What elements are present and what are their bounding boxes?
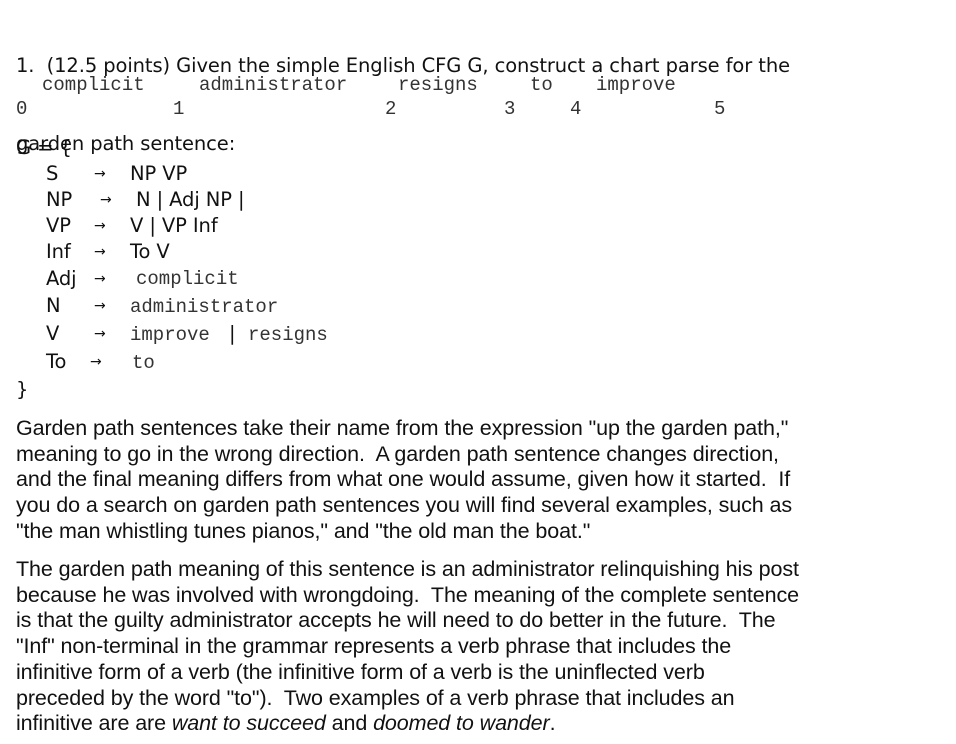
arrow-icon: → xyxy=(94,298,106,314)
word-to: to xyxy=(530,74,553,96)
rule-rhs-terminal: administrator xyxy=(130,296,279,318)
rule-rhs: NP VP xyxy=(130,162,188,185)
rule-rhs: N | Adj NP | xyxy=(136,188,245,211)
paragraph-line: "the man whistling tunes pianos," and "t… xyxy=(16,518,591,543)
paragraph-line: because he was involved with wrongdoing.… xyxy=(16,582,800,607)
arrow-icon: → xyxy=(100,192,112,208)
rule-rhs-terminal: complicit xyxy=(136,268,239,290)
position-1: 1 xyxy=(173,98,185,120)
text: . xyxy=(549,711,556,736)
position-4: 4 xyxy=(570,98,582,120)
arrow-icon: → xyxy=(94,326,106,342)
word-complicit: complicit xyxy=(42,74,145,96)
arrow-icon: → xyxy=(94,244,106,260)
rule-lhs: VP xyxy=(46,214,71,237)
rule-rhs-terminal: resigns xyxy=(248,324,328,346)
paragraph-line: "Inf" non-terminal in the grammar repres… xyxy=(16,634,732,659)
text: and xyxy=(325,711,374,736)
example-phrase: want to succeed xyxy=(171,711,326,736)
rule-lhs: V xyxy=(46,322,60,345)
arrow-icon: → xyxy=(94,218,106,234)
arrow-icon: → xyxy=(90,354,102,370)
arrow-icon: → xyxy=(94,166,106,182)
rule-lhs: Adj xyxy=(46,267,77,290)
word-resigns: resigns xyxy=(398,74,478,96)
position-3: 3 xyxy=(504,98,516,120)
paragraph-line: infinitive are are want to succeed and d… xyxy=(16,711,956,737)
paragraph-line: is that the guilty administrator accepts… xyxy=(16,608,776,633)
paragraph-sentence-meaning: The garden path meaning of this sentence… xyxy=(16,557,956,737)
paragraph-line: infinitive form of a verb (the infinitiv… xyxy=(16,659,705,684)
position-5: 5 xyxy=(714,98,726,120)
paragraph-line: preceded by the word "to"). Two examples… xyxy=(16,685,735,710)
paragraph-line: meaning to go in the wrong direction. A … xyxy=(16,441,779,466)
text: infinitive are are xyxy=(16,711,172,736)
paragraph-line: Garden path sentences take their name fr… xyxy=(16,416,789,440)
grammar-open: G = { xyxy=(16,136,72,159)
rule-rhs-terminal: to xyxy=(132,352,155,374)
rule-lhs: S xyxy=(46,162,59,185)
rule-rhs-terminal: improve xyxy=(130,324,210,346)
paragraph-line: and the final meaning differs from what … xyxy=(16,467,791,492)
grammar-close: } xyxy=(16,378,29,401)
example-phrase: doomed to wander xyxy=(373,711,550,736)
rule-rhs: V | VP Inf xyxy=(130,214,218,237)
rule-lhs: To xyxy=(46,350,67,373)
rule-rhs-separator: | xyxy=(229,322,236,345)
rule-lhs: NP xyxy=(46,188,73,211)
rule-lhs: Inf xyxy=(46,240,71,263)
position-0: 0 xyxy=(16,98,28,120)
arrow-icon: → xyxy=(94,271,106,287)
word-administrator: administrator xyxy=(199,74,348,96)
rule-rhs: To V xyxy=(130,240,170,263)
question-line-2: garden path sentence: xyxy=(16,132,236,155)
position-2: 2 xyxy=(385,98,397,120)
paragraph-garden-path-intro: Garden path sentences take their name fr… xyxy=(16,416,956,545)
word-improve: improve xyxy=(596,74,676,96)
rule-lhs: N xyxy=(46,294,61,317)
paragraph-line: you do a search on garden path sentences… xyxy=(16,493,793,518)
paragraph-line: The garden path meaning of this sentence… xyxy=(16,557,799,581)
